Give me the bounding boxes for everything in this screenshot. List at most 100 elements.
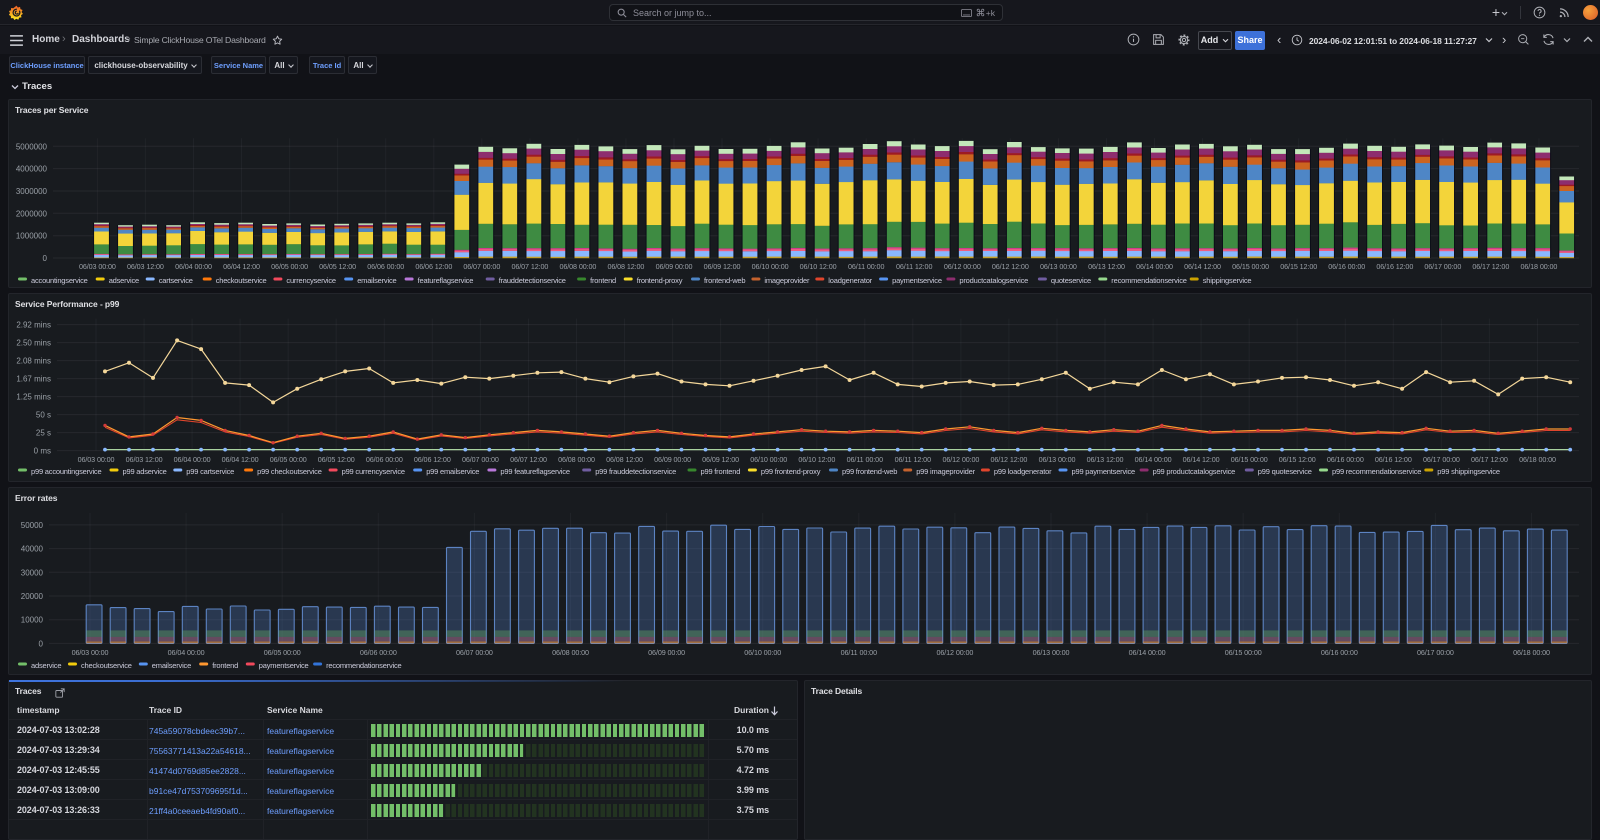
svg-text:06/03 00:00: 06/03 00:00 — [72, 648, 109, 657]
svg-text:paymentservice: paymentservice — [259, 661, 309, 670]
svg-text:recommendationservice: recommendationservice — [1111, 276, 1186, 285]
svg-text:06/17 12:00: 06/17 12:00 — [1471, 455, 1508, 464]
svg-text:p99 accountingservice: p99 accountingservice — [31, 467, 101, 476]
svg-text:5000000: 5000000 — [16, 142, 48, 151]
svg-text:06/05 00:00: 06/05 00:00 — [271, 262, 308, 271]
svg-text:p99 frontend: p99 frontend — [701, 467, 741, 476]
svg-text:50000: 50000 — [21, 521, 44, 530]
svg-text:cartservice: cartservice — [159, 276, 193, 285]
svg-text:06/08 12:00: 06/08 12:00 — [607, 262, 644, 271]
svg-text:06/06 00:00: 06/06 00:00 — [366, 455, 403, 464]
svg-text:productcatalogservice: productcatalogservice — [959, 276, 1028, 285]
svg-text:06/15 12:00: 06/15 12:00 — [1279, 455, 1316, 464]
svg-text:06/15 00:00: 06/15 00:00 — [1225, 648, 1262, 657]
svg-text:06/05 00:00: 06/05 00:00 — [270, 455, 307, 464]
svg-text:06/09 12:00: 06/09 12:00 — [702, 455, 739, 464]
svg-text:06/11 00:00: 06/11 00:00 — [841, 648, 877, 657]
svg-text:06/16 12:00: 06/16 12:00 — [1375, 455, 1412, 464]
svg-text:06/14 12:00: 06/14 12:00 — [1184, 262, 1221, 271]
svg-text:p99 frontend-proxy: p99 frontend-proxy — [761, 467, 821, 476]
svg-text:06/15 00:00: 06/15 00:00 — [1232, 262, 1269, 271]
svg-text:1000000: 1000000 — [16, 232, 48, 241]
svg-text:06/10 00:00: 06/10 00:00 — [744, 648, 781, 657]
svg-text:06/09 12:00: 06/09 12:00 — [704, 262, 741, 271]
svg-text:06/10 12:00: 06/10 12:00 — [798, 455, 835, 464]
svg-text:06/13 12:00: 06/13 12:00 — [1088, 262, 1125, 271]
svg-text:20000: 20000 — [21, 592, 44, 601]
svg-text:30000: 30000 — [21, 568, 44, 577]
svg-text:06/18 00:00: 06/18 00:00 — [1519, 455, 1556, 464]
svg-text:06/13 00:00: 06/13 00:00 — [1039, 455, 1076, 464]
svg-text:06/04 00:00: 06/04 00:00 — [175, 262, 212, 271]
svg-text:06/14 00:00: 06/14 00:00 — [1135, 455, 1172, 464]
svg-text:06/03 12:00: 06/03 12:00 — [127, 262, 164, 271]
svg-text:06/14 12:00: 06/14 12:00 — [1183, 455, 1220, 464]
svg-text:50 s: 50 s — [36, 411, 51, 420]
svg-text:recommendationservice: recommendationservice — [326, 661, 401, 670]
svg-text:06/09 00:00: 06/09 00:00 — [656, 262, 693, 271]
svg-text:p99 frauddetectionservice: p99 frauddetectionservice — [595, 467, 676, 476]
svg-text:06/13 12:00: 06/13 12:00 — [1087, 455, 1124, 464]
svg-text:shippingservice: shippingservice — [1203, 276, 1252, 285]
svg-text:p99 loadgenerator: p99 loadgenerator — [994, 467, 1052, 476]
svg-text:06/08 12:00: 06/08 12:00 — [606, 455, 643, 464]
svg-text:06/10 12:00: 06/10 12:00 — [800, 262, 837, 271]
svg-text:06/17 00:00: 06/17 00:00 — [1417, 648, 1454, 657]
svg-text:06/08 00:00: 06/08 00:00 — [552, 648, 589, 657]
svg-text:06/04 12:00: 06/04 12:00 — [223, 262, 260, 271]
svg-text:adservice: adservice — [31, 661, 61, 670]
svg-text:06/05 12:00: 06/05 12:00 — [318, 455, 355, 464]
svg-text:06/06 12:00: 06/06 12:00 — [414, 455, 451, 464]
svg-text:emailservice: emailservice — [357, 276, 396, 285]
svg-text:06/15 00:00: 06/15 00:00 — [1231, 455, 1268, 464]
svg-text:06/09 00:00: 06/09 00:00 — [648, 648, 685, 657]
svg-text:06/11 00:00: 06/11 00:00 — [848, 262, 884, 271]
svg-text:06/07 12:00: 06/07 12:00 — [511, 262, 548, 271]
svg-text:06/03 00:00: 06/03 00:00 — [78, 455, 115, 464]
svg-text:06/16 00:00: 06/16 00:00 — [1328, 262, 1365, 271]
svg-text:p99 cartservice: p99 cartservice — [186, 467, 234, 476]
svg-text:p99 adservice: p99 adservice — [123, 467, 167, 476]
svg-text:2000000: 2000000 — [16, 209, 48, 218]
svg-text:featureflagservice: featureflagservice — [418, 276, 474, 285]
svg-text:p99 quoteservice: p99 quoteservice — [1258, 467, 1312, 476]
svg-text:0 ms: 0 ms — [34, 447, 51, 456]
svg-text:06/07 00:00: 06/07 00:00 — [462, 455, 499, 464]
svg-text:25 s: 25 s — [36, 429, 51, 438]
svg-text:06/17 00:00: 06/17 00:00 — [1424, 262, 1461, 271]
svg-text:06/03 12:00: 06/03 12:00 — [126, 455, 163, 464]
svg-text:p99 emailservice: p99 emailservice — [426, 467, 479, 476]
svg-text:frontend-proxy: frontend-proxy — [637, 276, 683, 285]
svg-text:06/03 00:00: 06/03 00:00 — [79, 262, 116, 271]
svg-text:06/04 00:00: 06/04 00:00 — [168, 648, 205, 657]
svg-text:emailservice: emailservice — [152, 661, 191, 670]
svg-text:0: 0 — [39, 639, 44, 648]
svg-text:frontend: frontend — [590, 276, 616, 285]
svg-text:1.25 mins: 1.25 mins — [16, 393, 51, 402]
svg-text:1.67 mins: 1.67 mins — [16, 375, 51, 384]
svg-text:06/04 12:00: 06/04 12:00 — [222, 455, 259, 464]
svg-text:p99 imageprovider: p99 imageprovider — [916, 467, 975, 476]
svg-text:06/08 00:00: 06/08 00:00 — [558, 455, 595, 464]
svg-text:40000: 40000 — [21, 545, 44, 554]
svg-text:06/18 00:00: 06/18 00:00 — [1520, 262, 1557, 271]
svg-text:06/13 00:00: 06/13 00:00 — [1040, 262, 1077, 271]
svg-text:adservice: adservice — [109, 276, 139, 285]
svg-text:p99 paymentservice: p99 paymentservice — [1072, 467, 1136, 476]
svg-text:paymentservice: paymentservice — [892, 276, 942, 285]
svg-text:p99 featureflagservice: p99 featureflagservice — [500, 467, 569, 476]
svg-text:06/04 00:00: 06/04 00:00 — [174, 455, 211, 464]
svg-text:10000: 10000 — [21, 616, 44, 625]
svg-text:06/10 00:00: 06/10 00:00 — [752, 262, 789, 271]
svg-text:06/12 12:00: 06/12 12:00 — [990, 455, 1027, 464]
svg-text:p99 frontend-web: p99 frontend-web — [842, 467, 897, 476]
svg-text:p99 recommendationservice: p99 recommendationservice — [1332, 467, 1421, 476]
svg-text:2.08 mins: 2.08 mins — [16, 357, 51, 366]
svg-text:06/17 00:00: 06/17 00:00 — [1423, 455, 1460, 464]
svg-text:06/17 12:00: 06/17 12:00 — [1472, 262, 1509, 271]
svg-text:p99 currencyservice: p99 currencyservice — [342, 467, 405, 476]
svg-text:06/07 00:00: 06/07 00:00 — [456, 648, 493, 657]
svg-text:06/18 00:00: 06/18 00:00 — [1513, 648, 1550, 657]
svg-text:4000000: 4000000 — [16, 165, 48, 174]
svg-text:06/11 12:00: 06/11 12:00 — [895, 455, 931, 464]
